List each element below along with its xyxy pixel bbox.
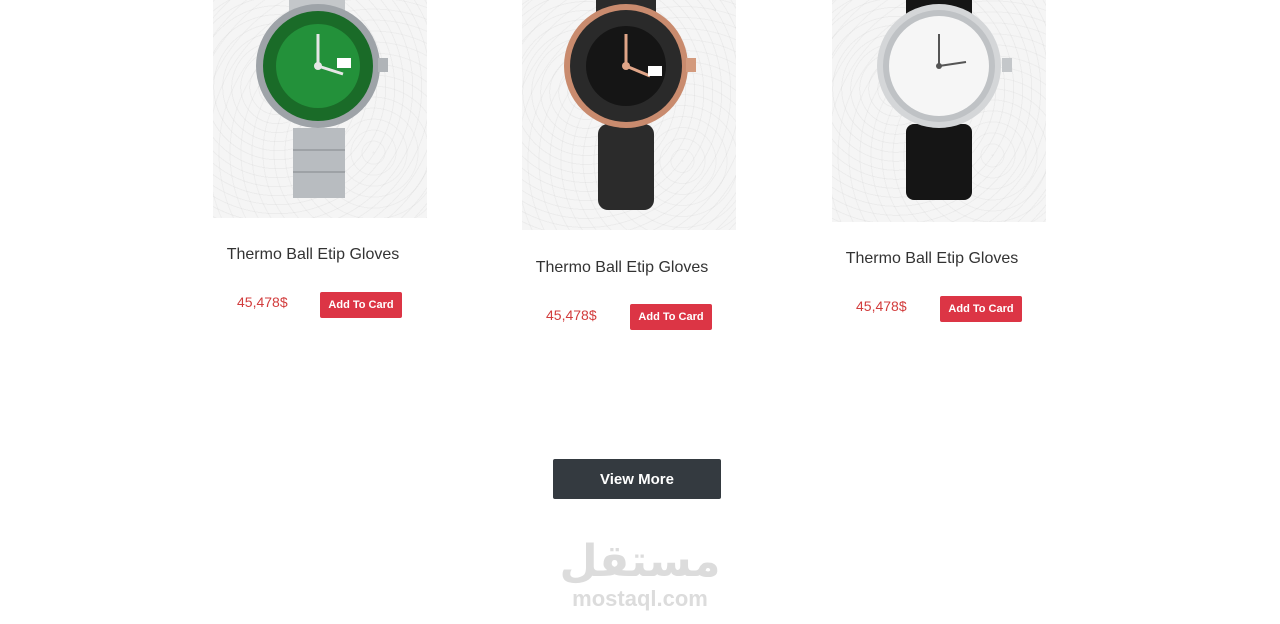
add-to-card-button[interactable]: Add To Card [320,292,402,318]
view-more-button[interactable]: View More [553,459,721,499]
product-name[interactable]: Thermo Ball Etip Gloves [832,250,1032,268]
product-name[interactable]: Thermo Ball Etip Gloves [522,259,722,277]
watermark-latin-text: mostaql.com [572,586,708,611]
mostaql-watermark: مستقل mostaql.com [540,536,740,610]
product-price: 45,478$ [856,298,907,314]
watch-icon [877,0,1012,200]
watermark-arabic-text: مستقل [559,536,721,587]
add-to-card-button[interactable]: Add To Card [940,296,1022,322]
product-name[interactable]: Thermo Ball Etip Gloves [213,246,413,264]
product-price: 45,478$ [546,307,597,323]
white-watch-image[interactable] [832,0,1046,222]
green-watch-image[interactable] [213,0,427,218]
black-watch-image[interactable] [522,0,736,230]
product-grid-page: Thermo Ball Etip Gloves 45,478$ Add To C… [0,0,1280,624]
product-price: 45,478$ [237,294,288,310]
watch-icon [564,0,696,210]
watch-icon [256,0,388,198]
add-to-card-button[interactable]: Add To Card [630,304,712,330]
